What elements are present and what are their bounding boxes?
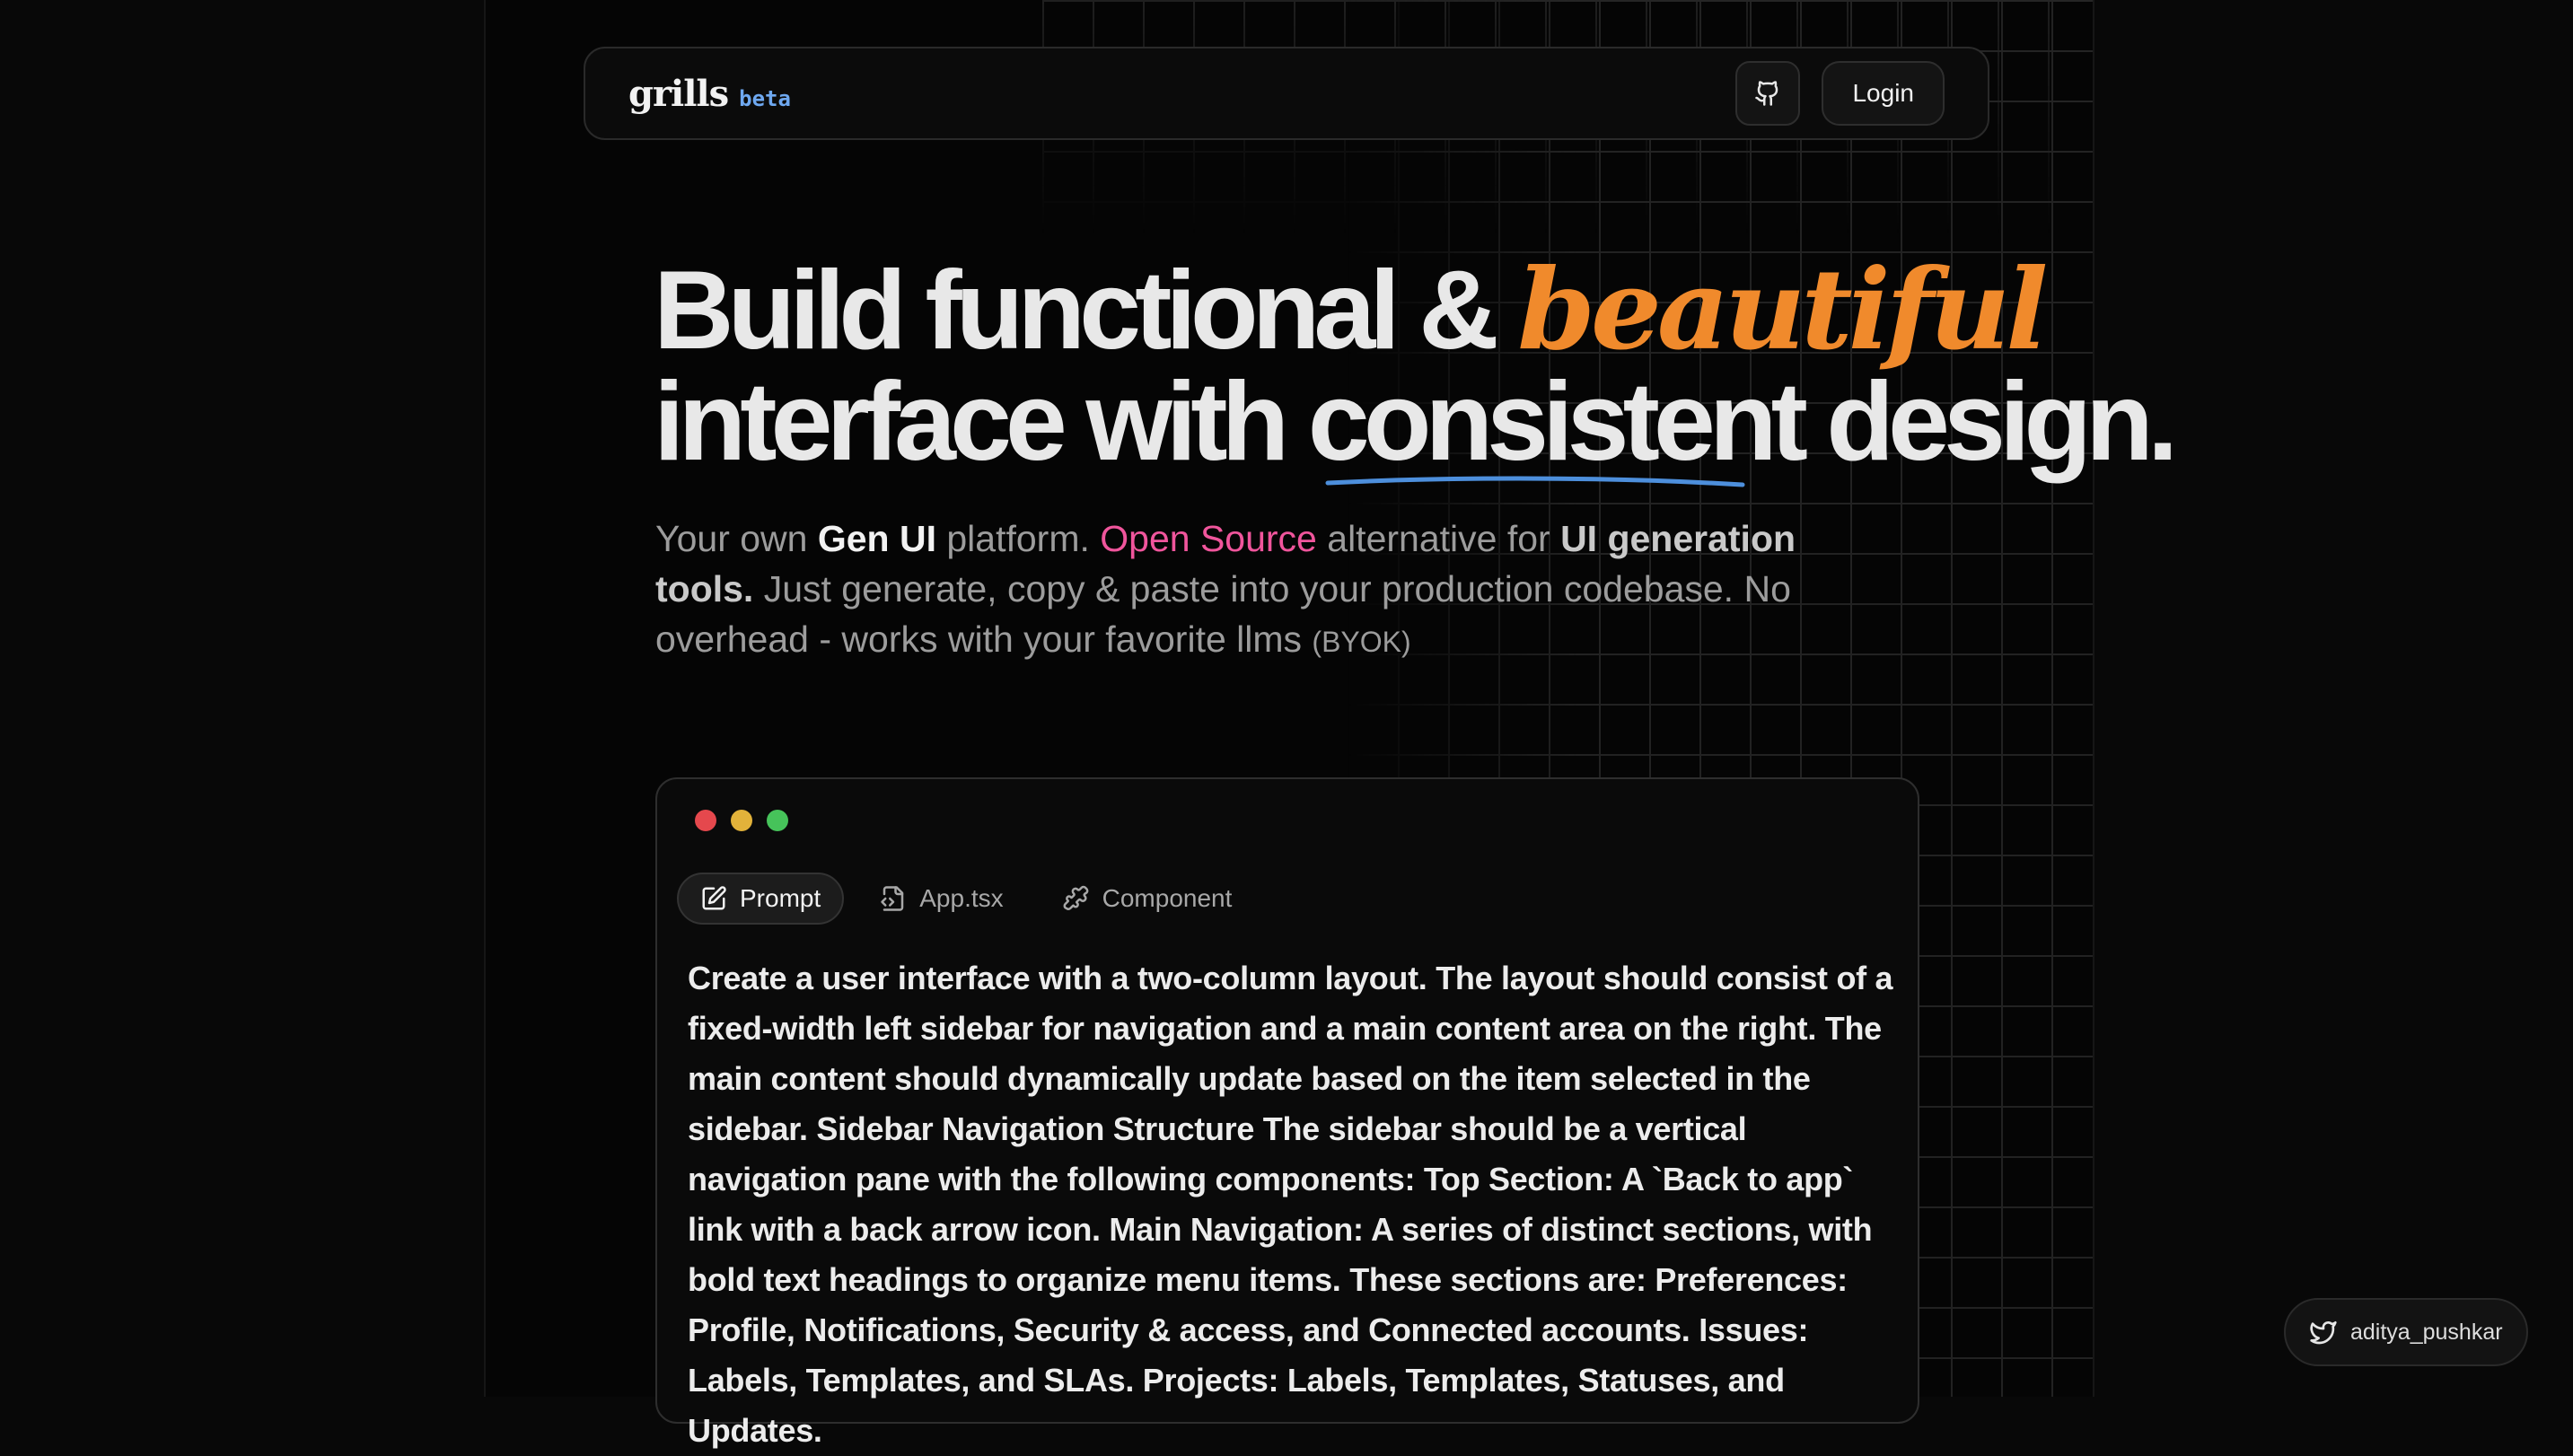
- hero-subtitle: Your own Gen UI platform. Open Source al…: [655, 513, 1822, 667]
- minimize-dot: [731, 810, 752, 831]
- github-button[interactable]: [1735, 61, 1801, 126]
- prompt-window: Prompt App.tsx Component Create a user i…: [655, 777, 1919, 1449]
- puzzle-icon: [1063, 885, 1089, 911]
- tab-component[interactable]: Component: [1040, 873, 1256, 925]
- hero-line-2-end: design.: [1801, 360, 2178, 484]
- subtitle-text: platform.: [935, 518, 1101, 559]
- twitter-handle-badge[interactable]: aditya_pushkar: [2284, 1298, 2528, 1366]
- subtitle-text: Your own: [655, 518, 818, 559]
- tab-app-tsx[interactable]: App.tsx: [856, 873, 1026, 925]
- window-controls: [695, 810, 788, 831]
- code-file-icon: [881, 886, 904, 911]
- twitter-handle: aditya_pushkar: [2350, 1319, 2503, 1345]
- subtitle-gen-ui: Gen UI: [817, 518, 936, 559]
- tab-label: Prompt: [740, 884, 821, 912]
- hero-line-2: interface with consistent design.: [654, 360, 2178, 487]
- subtitle-byok: (BYOK): [1312, 626, 1411, 658]
- maximize-dot: [767, 810, 788, 831]
- subtitle-text: alternative for: [1316, 518, 1561, 559]
- nav-actions: Login: [1735, 61, 1945, 126]
- edit-file-icon: [702, 886, 726, 910]
- navbar: grills beta Login: [584, 47, 1989, 140]
- login-button[interactable]: Login: [1822, 61, 1945, 126]
- twitter-icon: [2310, 1321, 2337, 1345]
- github-icon: [1755, 81, 1778, 106]
- tab-label: Component: [1102, 884, 1233, 912]
- hero-line-2-text: interface with: [654, 360, 1308, 484]
- brand-logo[interactable]: grills beta: [628, 73, 791, 115]
- prompt-content[interactable]: Create a user interface with a two-colum…: [688, 953, 1900, 1456]
- editor-tabs: Prompt App.tsx Component: [677, 873, 1255, 925]
- hero-line-1: Build functional & beautiful: [654, 249, 2048, 373]
- hero-underlined-text: consistent: [1307, 360, 1808, 484]
- brand-name: grills: [628, 72, 729, 115]
- open-source-link[interactable]: Open Source: [1100, 518, 1317, 559]
- hero-underlined-word: consistent: [1308, 366, 1808, 487]
- underline-squiggle: [1325, 476, 1745, 487]
- tab-prompt[interactable]: Prompt: [677, 873, 845, 925]
- beta-badge: beta: [739, 85, 791, 111]
- hero-title: Build functional & beautiful interface w…: [654, 255, 2178, 487]
- hero-line-1-text: Build functional &: [654, 249, 1518, 373]
- subtitle-text: Just generate, copy & paste into your pr…: [655, 568, 1791, 660]
- close-dot: [695, 810, 716, 831]
- tab-label: App.tsx: [919, 884, 1004, 912]
- hero-accent-word: beautiful: [1517, 245, 2048, 375]
